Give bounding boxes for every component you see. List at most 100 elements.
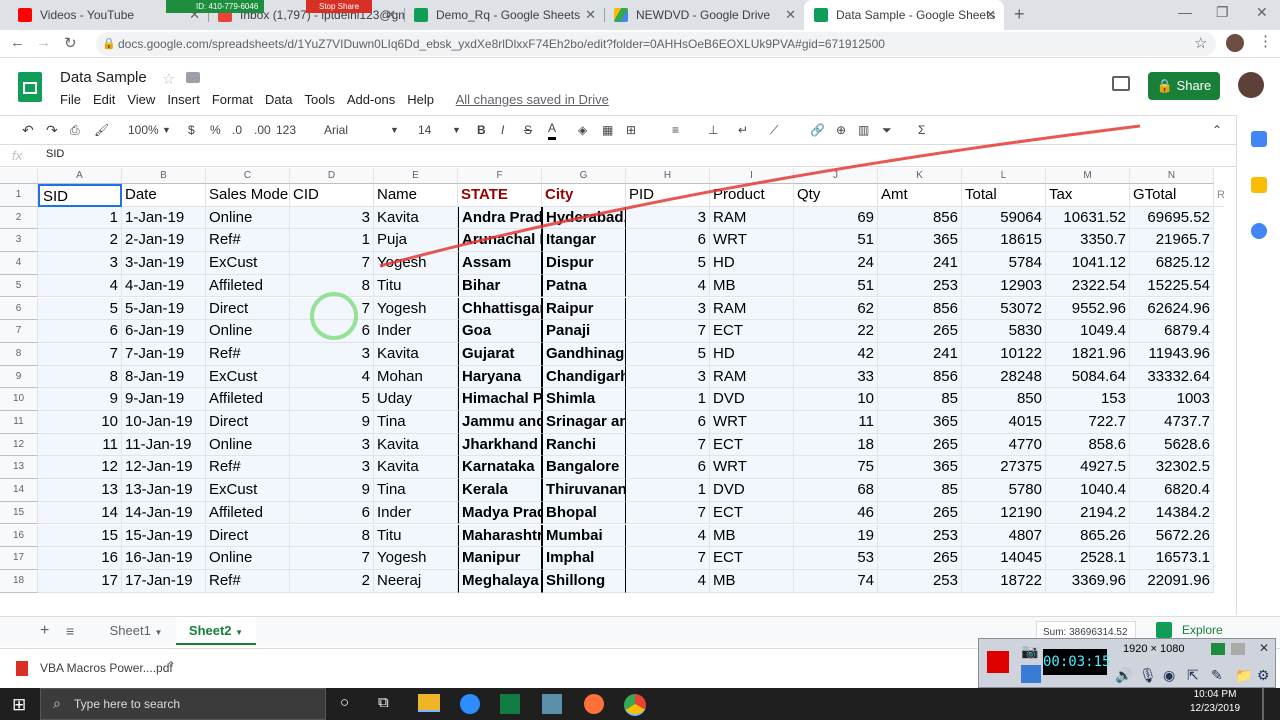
row-header[interactable]: 8 <box>0 342 38 366</box>
undo-icon[interactable]: ↶ <box>22 120 34 140</box>
wrap-icon[interactable]: ↵ <box>738 120 748 140</box>
row-header[interactable]: 15 <box>0 501 38 525</box>
table-cell[interactable]: Karnataka <box>458 456 542 480</box>
table-cell[interactable]: 1040.4 <box>1046 479 1130 502</box>
windows-start-icon[interactable]: ⊞ <box>12 695 26 715</box>
more-icon[interactable]: ⋮ <box>1258 32 1273 50</box>
table-cell[interactable]: ECT <box>710 547 794 570</box>
table-cell[interactable]: 2322.54 <box>1046 274 1130 298</box>
zoom-select[interactable]: 100% <box>128 120 159 140</box>
align-left-icon[interactable]: ≡ <box>672 120 679 140</box>
table-cell[interactable]: 856 <box>878 297 962 321</box>
valign-icon[interactable]: ⊥ <box>708 120 718 140</box>
table-cell[interactable]: 2 <box>38 229 122 253</box>
functions-icon[interactable]: Σ <box>918 120 925 140</box>
column-header-c[interactable]: C <box>206 168 290 184</box>
star-icon[interactable]: ☆ <box>1194 34 1207 52</box>
row-header[interactable]: 1 <box>0 184 38 207</box>
table-cell[interactable]: 6 <box>290 501 374 525</box>
table-cell[interactable]: 12903 <box>962 274 1046 298</box>
green-button[interactable] <box>1211 643 1225 655</box>
formula-bar[interactable]: fx SID <box>0 145 1236 167</box>
table-cell[interactable]: 6 <box>626 411 710 434</box>
table-cell[interactable]: Shillong <box>542 569 626 593</box>
table-cell[interactable]: 1 <box>290 229 374 253</box>
header-cell[interactable]: GTotal <box>1130 184 1214 207</box>
table-cell[interactable]: 7-Jan-19 <box>122 342 206 366</box>
table-cell[interactable]: Titu <box>374 274 458 298</box>
all-sheets-icon[interactable]: ≡ <box>66 623 74 639</box>
profile-avatar[interactable] <box>1226 34 1244 52</box>
table-cell[interactable]: 9552.96 <box>1046 297 1130 321</box>
table-cell[interactable]: 3 <box>290 206 374 230</box>
table-cell[interactable]: Affileted <box>206 388 290 411</box>
table-cell[interactable]: Yogesh <box>374 547 458 570</box>
row-header[interactable]: 11 <box>0 411 38 434</box>
column-header-l[interactable]: L <box>962 168 1046 184</box>
column-header-g[interactable]: G <box>542 168 626 184</box>
close-recorder-button[interactable]: ✕ <box>1259 641 1269 655</box>
table-cell[interactable]: Affileted <box>206 274 290 298</box>
table-cell[interactable]: 3 <box>626 206 710 230</box>
italic-button[interactable]: I <box>501 120 504 140</box>
table-cell[interactable]: 17 <box>38 569 122 593</box>
increase-decimal-button[interactable]: .00 <box>254 120 271 140</box>
column-header-j[interactable]: J <box>794 168 878 184</box>
table-cell[interactable]: 6879.4 <box>1130 320 1214 343</box>
table-cell[interactable]: 5 <box>38 297 122 321</box>
comment-icon[interactable] <box>1112 76 1130 91</box>
row-header[interactable]: 17 <box>0 547 38 570</box>
table-cell[interactable]: Bhopal <box>542 501 626 525</box>
camera-icon[interactable]: 📷 <box>1021 643 1038 660</box>
table-cell[interactable]: 1821.96 <box>1046 342 1130 366</box>
table-cell[interactable]: 265 <box>878 547 962 570</box>
maximize-button[interactable]: ❐ <box>1216 4 1229 21</box>
forward-icon[interactable]: → <box>36 34 51 51</box>
minimize-button[interactable]: — <box>1178 4 1192 20</box>
table-cell[interactable]: 24 <box>794 252 878 275</box>
table-cell[interactable]: 5830 <box>962 320 1046 343</box>
link-icon[interactable]: 🔗 <box>810 120 825 140</box>
currency-button[interactable]: $ <box>188 120 195 140</box>
table-cell[interactable]: 5784 <box>962 252 1046 275</box>
explore-icon[interactable] <box>1156 622 1172 638</box>
table-cell[interactable]: 22 <box>794 320 878 343</box>
table-cell[interactable]: Direct <box>206 524 290 548</box>
table-cell[interactable]: 15 <box>38 524 122 548</box>
close-icon[interactable]: ✕ <box>985 7 996 23</box>
table-cell[interactable]: 4-Jan-19 <box>122 274 206 298</box>
table-cell[interactable]: 5 <box>626 252 710 275</box>
row-header[interactable]: 4 <box>0 252 38 275</box>
table-cell[interactable]: Chhattisgarh <box>458 297 542 321</box>
add-sheet-icon[interactable]: + <box>40 622 49 640</box>
table-cell[interactable]: 3 <box>290 433 374 457</box>
menu-format[interactable]: Format <box>212 92 253 107</box>
table-cell[interactable]: Raipur <box>542 297 626 321</box>
table-cell[interactable]: 2528.1 <box>1046 547 1130 570</box>
table-cell[interactable]: Inder <box>374 501 458 525</box>
table-cell[interactable]: 8 <box>38 365 122 389</box>
table-cell[interactable]: 5672.26 <box>1130 524 1214 548</box>
table-cell[interactable]: Kavita <box>374 206 458 230</box>
table-cell[interactable]: Jammu and Kashmir <box>458 411 542 434</box>
table-cell[interactable]: Goa <box>458 320 542 343</box>
table-cell[interactable]: 27375 <box>962 456 1046 480</box>
mic-icon[interactable]: 🎙 <box>1139 667 1157 684</box>
table-cell[interactable]: ECT <box>710 501 794 525</box>
table-cell[interactable]: 1041.12 <box>1046 252 1130 275</box>
fill-color-icon[interactable]: ◈ <box>578 120 587 140</box>
table-cell[interactable]: 253 <box>878 524 962 548</box>
table-cell[interactable]: 6 <box>38 320 122 343</box>
row-header[interactable]: 6 <box>0 297 38 321</box>
new-tab-button[interactable]: + <box>1014 4 1025 25</box>
table-cell[interactable]: Hyderabad, <box>542 206 626 230</box>
row-header[interactable]: 3 <box>0 229 38 253</box>
table-cell[interactable]: 59064 <box>962 206 1046 230</box>
table-cell[interactable]: DVD <box>710 388 794 411</box>
table-cell[interactable]: 14384.2 <box>1130 501 1214 525</box>
table-cell[interactable]: 5-Jan-19 <box>122 297 206 321</box>
table-cell[interactable]: 16-Jan-19 <box>122 547 206 570</box>
sheets-logo-icon[interactable] <box>18 72 42 102</box>
table-cell[interactable]: 51 <box>794 229 878 253</box>
table-cell[interactable]: 3369.96 <box>1046 569 1130 593</box>
